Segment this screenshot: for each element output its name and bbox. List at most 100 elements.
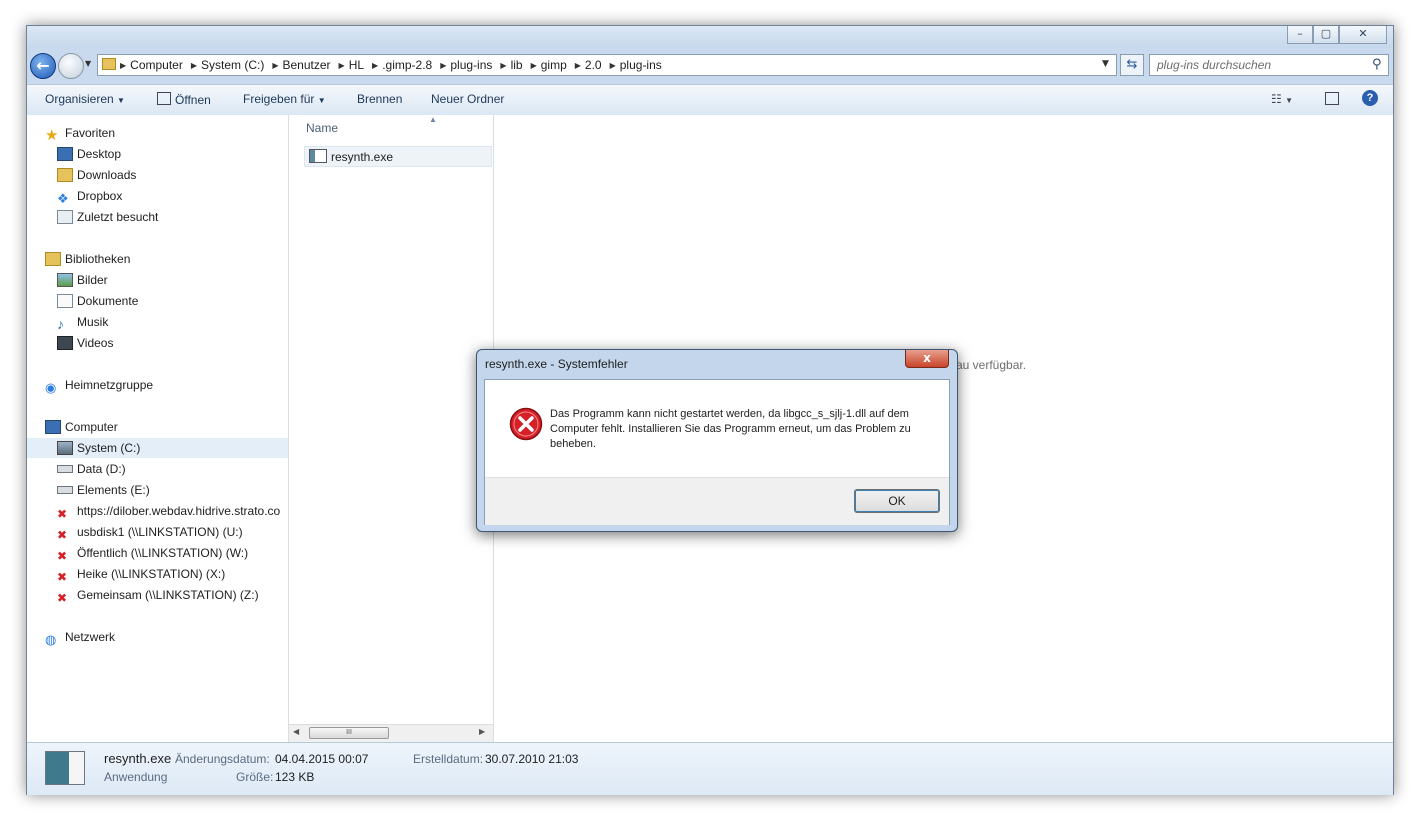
breadcrumb-item[interactable]: .gimp-2.8 [378,58,440,72]
breadcrumb-item[interactable]: plug-ins [616,58,670,72]
drive-icon [57,465,73,473]
nav-libraries[interactable]: Bibliotheken [45,249,130,269]
breadcrumb-item[interactable]: plug-ins [446,58,500,72]
error-icon [509,407,543,441]
disconnected-network-drive-icon: ✖ [57,591,68,605]
dropbox-icon: ❖ [57,191,69,206]
close-icon: x [923,351,931,365]
ok-button[interactable]: OK [854,489,940,513]
error-dialog: resynth.exe - Systemfehler x Das Program… [476,349,958,532]
organize-button[interactable]: Organisieren ▼ [45,92,125,106]
nav-item-downloads[interactable]: Downloads [57,165,136,185]
help-icon[interactable]: ? [1362,90,1378,106]
nav-item-desktop[interactable]: Desktop [57,144,121,164]
file-list: Name ▲ resynth.exe ◀ III ▶ [289,115,494,742]
nav-item-documents[interactable]: Dokumente [57,291,138,311]
sort-ascending-icon: ▲ [429,115,437,124]
share-button[interactable]: Freigeben für ▼ [243,92,326,106]
preview-pane-icon[interactable] [1325,92,1339,105]
new-folder-button[interactable]: Neuer Ordner [431,92,504,106]
search-icon[interactable]: ⚲ [1372,57,1382,72]
recent-pages-dropdown-icon[interactable]: ▼ [85,59,91,68]
breadcrumb-item[interactable]: gimp [537,58,575,72]
open-icon [157,92,171,105]
folder-icon [102,58,116,70]
dialog-close-button[interactable]: x [905,350,949,368]
file-row-resynth[interactable]: resynth.exe [304,146,492,167]
dialog-message: Das Programm kann nicht gestartet werden… [550,408,911,450]
pictures-icon [57,273,73,287]
dialog-footer: OK [485,477,949,525]
dialog-body: Das Programm kann nicht gestartet werden… [484,379,950,525]
dialog-title: resynth.exe - Systemfehler [485,357,628,371]
address-bar[interactable]: ▶ Computer ▶ System (C:) ▶ Benutzer ▶ HL… [97,54,1117,76]
burn-button[interactable]: Brennen [357,92,402,106]
close-button[interactable]: ✕ [1339,26,1387,44]
videos-icon [57,336,73,350]
nav-favorites[interactable]: ★ Favoriten [45,123,115,143]
maximize-button[interactable]: ▢ [1313,26,1339,44]
details-size-label: Größe: [236,770,274,784]
refresh-icon: ⇆ [1126,57,1138,72]
back-button[interactable]: ← [30,53,56,79]
scroll-right-icon[interactable]: ▶ [479,727,485,736]
details-filename: resynth.exe [104,751,172,766]
scroll-left-icon[interactable]: ◀ [293,727,299,736]
breadcrumb-item[interactable]: 2.0 [581,58,610,72]
nav-item-oeffentlich[interactable]: ✖ Öffentlich (\\LINKSTATION) (W:) [57,543,248,563]
nav-item-pictures[interactable]: Bilder [57,270,108,290]
scroll-thumb[interactable]: III [309,727,389,739]
nav-homegroup[interactable]: ◉ Heimnetzgruppe [45,375,153,395]
nav-network[interactable]: ◍ Netzwerk [45,627,115,647]
details-created-label: Erstelldatum: [413,752,484,766]
refresh-button[interactable]: ⇆ [1120,54,1144,76]
disconnected-network-drive-icon: ✖ [57,528,68,542]
breadcrumb: ▶ Computer ▶ System (C:) ▶ Benutzer ▶ HL… [120,55,670,75]
column-header-name[interactable]: Name [306,121,338,135]
details-modified-label: Änderungsdatum: [175,752,270,766]
preview-message: au verfügbar. [956,358,1027,372]
nav-item-recent[interactable]: Zuletzt besucht [57,207,158,227]
system-drive-icon [57,441,73,455]
details-size-value: 123 KB [275,770,315,784]
file-thumbnail-icon [45,751,85,785]
exe-file-icon [309,149,327,163]
title-bar: – ▢ ✕ [27,26,1393,48]
search-input[interactable]: plug-ins durchsuchen ⚲ [1149,54,1389,76]
nav-item-dropbox[interactable]: ❖ Dropbox [57,186,122,206]
open-button[interactable]: Öffnen [157,92,211,107]
horizontal-scrollbar[interactable]: ◀ III ▶ [289,724,493,742]
nav-item-data-d[interactable]: Data (D:) [57,459,126,479]
computer-icon [45,420,61,434]
nav-item-music[interactable]: ♪ Musik [57,312,108,332]
drive-icon [57,486,73,494]
nav-item-webdav[interactable]: ✖ https://dilober.webdav.hidrive.strato.c… [57,501,280,521]
nav-item-elements-e[interactable]: Elements (E:) [57,480,150,500]
minimize-button[interactable]: – [1287,26,1313,44]
star-icon: ★ [45,127,59,144]
view-options-icon[interactable]: ☷ ▼ [1271,92,1293,106]
nav-item-usbdisk1[interactable]: ✖ usbdisk1 (\\LINKSTATION) (U:) [57,522,243,542]
details-created-value: 30.07.2010 21:03 [485,752,579,766]
disconnected-network-drive-icon: ✖ [57,507,68,521]
recent-places-icon [57,210,73,224]
breadcrumb-item[interactable]: HL [345,58,372,72]
breadcrumb-item[interactable]: System (C:) [197,58,272,72]
homegroup-icon: ◉ [45,380,57,395]
details-pane: resynth.exe Anwendung Änderungsdatum: 04… [27,742,1393,795]
desktop-icon [57,147,73,161]
details-modified-value: 04.04.2015 00:07 [275,752,369,766]
nav-item-heike[interactable]: ✖ Heike (\\LINKSTATION) (X:) [57,564,225,584]
breadcrumb-item[interactable]: Benutzer [279,58,339,72]
downloads-icon [57,168,73,182]
disconnected-network-drive-icon: ✖ [57,570,68,584]
forward-button[interactable] [58,53,84,79]
nav-item-system-c[interactable]: System (C:) [27,438,288,458]
nav-item-gemeinsam[interactable]: ✖ Gemeinsam (\\LINKSTATION) (Z:) [57,585,259,605]
address-dropdown-icon[interactable]: ▼ [1102,59,1109,69]
network-icon: ◍ [45,632,57,647]
nav-item-videos[interactable]: Videos [57,333,113,353]
breadcrumb-item[interactable]: lib [507,58,531,72]
breadcrumb-item[interactable]: Computer [126,58,191,72]
nav-computer[interactable]: Computer [45,417,118,437]
